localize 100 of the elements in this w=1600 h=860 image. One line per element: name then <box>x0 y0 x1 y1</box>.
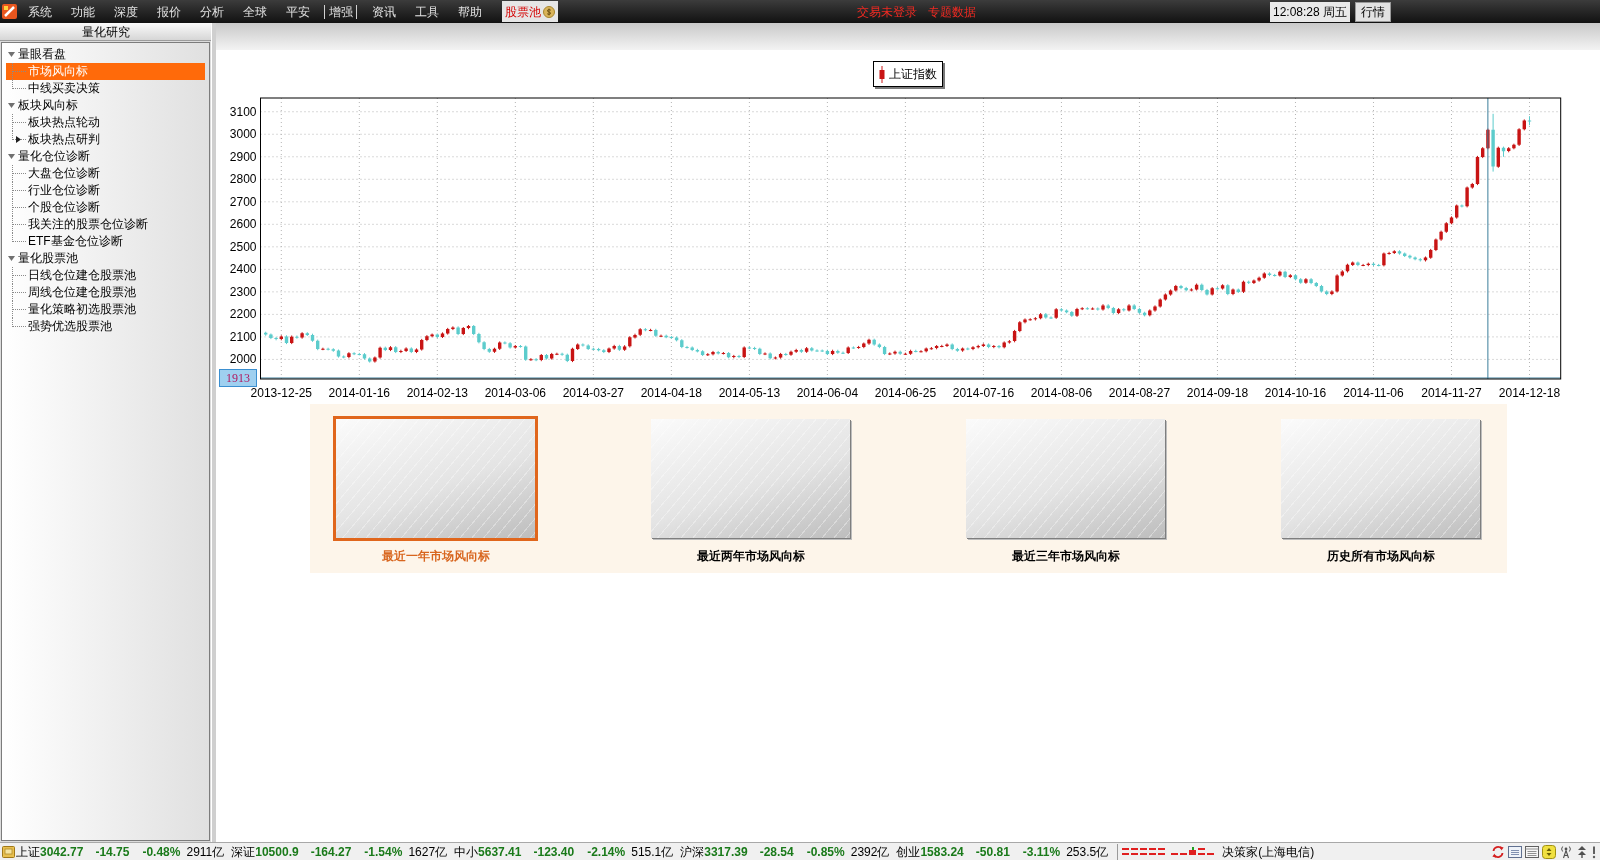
coin-icon <box>543 5 555 18</box>
y-axis-label: 2000 <box>229 352 257 367</box>
tree-item[interactable]: ETF基金仓位诊断 <box>6 233 205 250</box>
index-percent: -3.11% <box>1022 843 1061 860</box>
y-axis-label: 3100 <box>229 104 257 119</box>
y-axis-label: 2900 <box>229 149 257 164</box>
index-change: -164.27 <box>310 843 352 860</box>
caret-right-icon[interactable] <box>15 136 22 143</box>
thumbnail-option[interactable] <box>966 419 1165 538</box>
index-value: 10500.9 <box>255 843 299 860</box>
exclamation-icon[interactable] <box>1591 844 1597 859</box>
option-label[interactable]: 最近两年市场风向标 <box>696 547 805 565</box>
tree-group[interactable]: 量化股票池 <box>6 250 78 267</box>
menu-item[interactable]: 分析 <box>190 1 233 22</box>
bar-meter-icon <box>1122 847 1166 856</box>
menu-item[interactable]: 报价 <box>147 1 190 22</box>
crosshair-value-label: 1913 <box>219 369 257 387</box>
menu-item[interactable]: 深度 <box>104 1 147 22</box>
x-axis-label: 2014-12-18 <box>1498 386 1561 400</box>
window-icon[interactable] <box>1508 844 1522 859</box>
index-amount: 2392亿 <box>850 843 890 860</box>
tree-item[interactable]: 强势优选股票池 <box>6 318 205 335</box>
menu-item[interactable]: 系统 <box>18 1 61 22</box>
x-axis-label: 2013-12-25 <box>250 386 312 400</box>
x-axis-label: 2014-04-18 <box>640 386 703 400</box>
index-name: 中小 <box>454 843 479 860</box>
window-icon[interactable] <box>1525 844 1539 859</box>
menu-item[interactable]: 平安 <box>276 1 319 22</box>
tree-item[interactable]: 日线仓位建仓股票池 <box>6 267 205 284</box>
index-value: 5637.41 <box>478 843 522 860</box>
y-axis-label: 2800 <box>229 172 257 187</box>
thumbnail-option[interactable] <box>333 416 538 541</box>
antenna-icon[interactable] <box>1559 844 1573 859</box>
x-axis-label: 2014-11-06 <box>1343 386 1404 400</box>
caret-down-icon[interactable] <box>8 255 15 262</box>
tree-group[interactable]: 板块风向标 <box>6 97 78 114</box>
tree-item[interactable]: 周线仓位建仓股票池 <box>6 284 205 301</box>
index-change: -28.54 <box>759 843 794 860</box>
double-up-arrow-icon[interactable] <box>1576 844 1588 859</box>
legend-label: 上证指数 <box>889 66 937 83</box>
index-percent: -2.14% <box>587 843 626 860</box>
index-change: -50.81 <box>975 843 1010 860</box>
x-axis-label: 2014-09-18 <box>1186 386 1249 400</box>
tree-item[interactable]: 中线买卖决策 <box>6 80 205 97</box>
index-percent: -0.85% <box>806 843 845 860</box>
index-change: -14.75 <box>95 843 130 860</box>
caret-down-icon[interactable] <box>8 153 15 160</box>
x-axis-label: 2014-01-16 <box>328 386 390 400</box>
index-name: 上证 <box>16 843 40 860</box>
x-axis-label: 2014-03-06 <box>484 386 547 400</box>
y-axis-label: 2200 <box>229 307 257 322</box>
refresh-icon[interactable] <box>1491 844 1505 859</box>
panel-title: 量化研究 <box>0 23 211 41</box>
menu-item[interactable]: 帮助 <box>448 1 491 22</box>
tree-item[interactable]: 我关注的股票仓位诊断 <box>6 216 205 233</box>
tree-group[interactable]: 量化仓位诊断 <box>6 148 90 165</box>
x-axis-label: 2014-02-13 <box>406 386 468 400</box>
x-axis-label: 2014-06-04 <box>796 386 859 400</box>
menu-item[interactable]: 资讯 <box>362 1 405 22</box>
clock-display: 12:08:28 周五 <box>1269 1 1350 22</box>
x-axis-label: 2014-06-25 <box>874 386 937 400</box>
quote-button[interactable]: 行情 <box>1355 1 1391 22</box>
thumbnail-option[interactable] <box>1281 419 1480 538</box>
arrows-tile-icon[interactable] <box>1542 844 1556 859</box>
thumbnail-option[interactable] <box>651 419 850 538</box>
tree-group[interactable]: 量眼看盘 <box>6 46 66 63</box>
bar-meter-icon <box>1171 847 1215 856</box>
index-amount: 515.1亿 <box>631 843 674 860</box>
index-amount: 253.5亿 <box>1066 843 1109 860</box>
notice-link[interactable]: 专题数据 <box>928 2 976 21</box>
menu-tab[interactable]: 股票池 <box>502 1 558 22</box>
index-change: -123.40 <box>533 843 575 860</box>
option-label[interactable]: 最近三年市场风向标 <box>1011 547 1120 565</box>
tree-item[interactable]: 个股仓位诊断 <box>6 199 205 216</box>
tile-icon[interactable] <box>2 845 15 858</box>
x-axis-label: 2014-07-16 <box>952 386 1015 400</box>
x-axis-label: 2014-03-27 <box>562 386 625 400</box>
notice-link[interactable]: 交易未登录 <box>857 2 917 21</box>
y-axis-label: 2300 <box>229 284 257 299</box>
menu-item[interactable]: 全球 <box>233 1 276 22</box>
index-name: 创业 <box>896 843 921 860</box>
tree-item[interactable]: 量化策略初选股票池 <box>6 301 205 318</box>
caret-down-icon[interactable] <box>8 102 15 109</box>
app-logo-icon <box>2 4 17 19</box>
index-value: 3042.77 <box>40 843 84 860</box>
tree-item[interactable]: 行业仓位诊断 <box>6 182 205 199</box>
index-name: 沪深 <box>680 843 705 860</box>
caret-down-icon[interactable] <box>8 51 15 58</box>
x-axis-label: 2014-11-27 <box>1421 386 1482 400</box>
candlestick-icon <box>879 65 885 83</box>
tree-item[interactable]: 板块热点研判 <box>6 131 205 148</box>
y-axis-label: 2500 <box>229 239 257 254</box>
menu-item[interactable]: 工具 <box>405 1 448 22</box>
menu-item[interactable]: 增强 <box>324 4 357 19</box>
y-axis-label: 2100 <box>229 329 257 344</box>
tree-item[interactable]: 大盘仓位诊断 <box>6 165 205 182</box>
y-axis-label: 2700 <box>229 194 257 209</box>
option-label[interactable]: 历史所有市场风向标 <box>1326 547 1435 565</box>
tree-item[interactable]: 板块热点轮动 <box>6 114 205 131</box>
menu-item[interactable]: 功能 <box>61 1 104 22</box>
